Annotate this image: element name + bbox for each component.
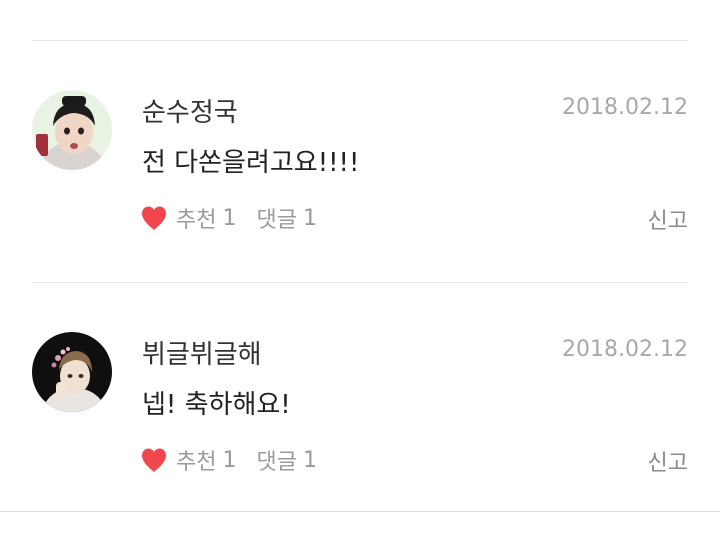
avatar-image-icon	[32, 332, 112, 412]
comment-actions: 추천 1 댓글 1	[140, 445, 317, 475]
comment-actions: 추천 1 댓글 1	[140, 203, 317, 233]
comment-item: 순수정국 2018.02.12 전 다쏜을려고요!!!! 추천 1 댓글 1 신…	[0, 40, 720, 280]
report-button[interactable]: 신고	[648, 445, 688, 477]
like-label[interactable]: 추천	[176, 202, 216, 234]
reply-count: 1	[302, 205, 317, 231]
reply-count: 1	[302, 447, 317, 473]
comment-text: 넵! 축하해요!	[142, 390, 291, 420]
comment-list: 순수정국 2018.02.12 전 다쏜을려고요!!!! 추천 1 댓글 1 신…	[0, 0, 720, 540]
comment-username[interactable]: 뷔글뷔글해	[142, 334, 262, 371]
user-avatar[interactable]	[32, 90, 112, 170]
heart-icon[interactable]	[140, 205, 168, 231]
divider	[0, 511, 720, 512]
heart-icon[interactable]	[140, 447, 168, 473]
comment-date: 2018.02.12	[562, 95, 688, 120]
reply-label[interactable]: 댓글	[256, 202, 296, 234]
like-label[interactable]: 추천	[176, 444, 216, 476]
comment-username[interactable]: 순수정국	[142, 92, 238, 129]
comment-text: 전 다쏜을려고요!!!!	[142, 148, 360, 178]
avatar-image-icon	[32, 90, 112, 170]
report-button[interactable]: 신고	[648, 203, 688, 235]
like-count: 1	[222, 447, 237, 473]
reply-label[interactable]: 댓글	[256, 444, 296, 476]
comment-item: 뷔글뷔글해 2018.02.12 넵! 축하해요! 추천 1 댓글 1 신고	[0, 282, 720, 522]
comment-date: 2018.02.12	[562, 337, 688, 362]
user-avatar[interactable]	[32, 332, 112, 412]
like-count: 1	[222, 205, 237, 231]
